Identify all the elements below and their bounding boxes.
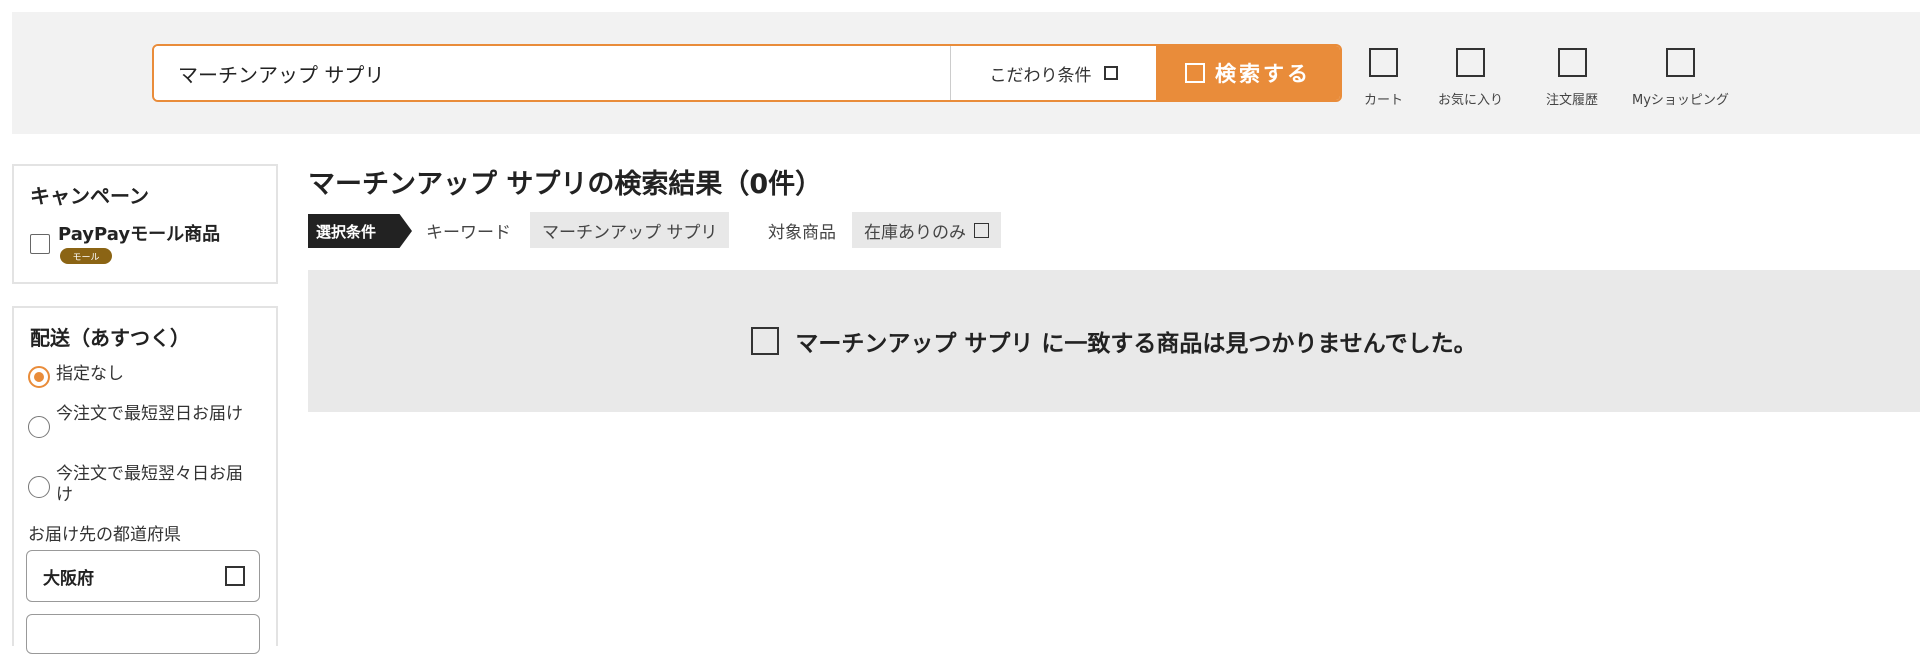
campaign-title: キャンペーン bbox=[30, 184, 149, 208]
cart-link[interactable]: カート bbox=[1364, 48, 1403, 108]
my-shopping-link[interactable]: Myショッピング bbox=[1632, 48, 1729, 108]
target-value: 在庫ありのみ bbox=[864, 222, 966, 243]
chevron-down-icon bbox=[1103, 66, 1118, 80]
favorites-link[interactable]: お気に入り bbox=[1438, 48, 1503, 108]
keyword-label: キーワード bbox=[426, 223, 511, 243]
in-stock-chip[interactable]: 在庫ありのみ bbox=[852, 212, 1001, 248]
no-result-message: マーチンアップ サプリ に一致する商品は見つかりませんでした。 bbox=[795, 331, 1477, 357]
history-icon bbox=[1557, 48, 1587, 77]
selected-conditions-tag: 選択条件 bbox=[308, 214, 412, 248]
search-box: こだわり条件 検索する bbox=[152, 44, 1342, 102]
target-label: 対象商品 bbox=[768, 223, 836, 243]
prefecture-section: お届け先の都道府県 大阪府 bbox=[12, 306, 278, 654]
campaign-filter-box: キャンペーン PayPayモール商品 モール bbox=[12, 164, 278, 284]
order-history-link[interactable]: 注文履歴 bbox=[1546, 48, 1598, 108]
page-title: マーチンアップ サプリの検索結果（0件） bbox=[308, 169, 823, 200]
header: こだわり条件 検索する カート お気に入り 注文履歴 Myショッピング bbox=[12, 12, 1920, 134]
chevron-down-icon bbox=[225, 566, 245, 586]
prefecture-select[interactable]: 大阪府 bbox=[26, 550, 260, 602]
prefecture-label: お届け先の都道府県 bbox=[28, 525, 181, 545]
keyword-value: マーチンアップ サプリ bbox=[542, 222, 718, 243]
no-result-panel: マーチンアップ サプリ に一致する商品は見つかりませんでした。 bbox=[308, 270, 1920, 412]
mall-badge: モール bbox=[60, 248, 112, 264]
kodawari-condition-button[interactable]: こだわり条件 bbox=[950, 46, 1156, 100]
search-icon bbox=[1185, 63, 1205, 83]
search-input[interactable] bbox=[154, 46, 950, 100]
selected-conditions-label: 選択条件 bbox=[316, 222, 377, 241]
prefecture-value: 大阪府 bbox=[43, 568, 94, 589]
heart-icon bbox=[1456, 48, 1485, 77]
cart-icon bbox=[1369, 48, 1398, 77]
order-history-label: 注文履歴 bbox=[1546, 93, 1599, 108]
my-shopping-label: Myショッピング bbox=[1632, 93, 1729, 108]
search-button-label: 検索する bbox=[1215, 62, 1311, 86]
alert-icon bbox=[751, 327, 780, 355]
secondary-select[interactable] bbox=[26, 614, 260, 654]
favorites-label: お気に入り bbox=[1438, 93, 1504, 108]
search-button[interactable]: 検索する bbox=[1156, 46, 1340, 100]
keyword-chip[interactable]: マーチンアップ サプリ bbox=[530, 212, 730, 248]
paypay-mall-label[interactable]: PayPayモール商品 bbox=[58, 220, 220, 246]
close-icon[interactable] bbox=[974, 222, 989, 238]
user-icon bbox=[1665, 48, 1695, 77]
cart-label: カート bbox=[1364, 93, 1404, 108]
paypay-mall-checkbox[interactable] bbox=[30, 234, 50, 254]
kodawari-label: こだわり条件 bbox=[989, 65, 1092, 86]
